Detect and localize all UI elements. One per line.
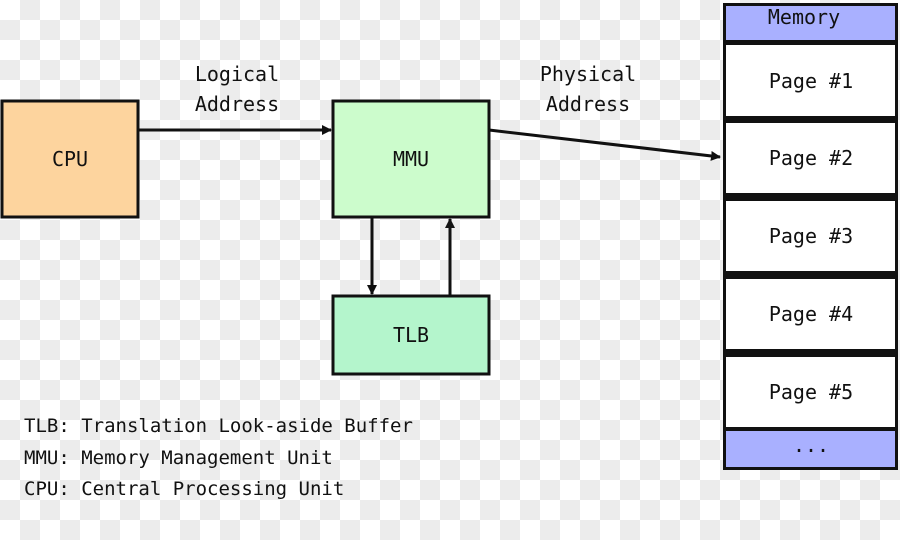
page-1-label: Page #1 xyxy=(769,69,853,93)
tlb-box: TLB xyxy=(331,294,491,376)
page-2-label: Page #2 xyxy=(769,146,853,170)
physical-label-1: Physical xyxy=(540,62,636,86)
physical-address-arrow xyxy=(488,128,721,161)
mmu-label: MMU xyxy=(393,147,429,171)
page-5-label: Page #5 xyxy=(769,380,853,404)
memory-footer: ... xyxy=(793,433,829,457)
memory-column: Memory Page #1 Page #2 Page #3 Page #4 P… xyxy=(723,3,898,470)
tlb-label: TLB xyxy=(393,323,429,347)
mmu-box: MMU xyxy=(331,99,491,219)
logical-label-2: Address xyxy=(195,92,279,116)
legend-tlb: TLB: Translation Look-aside Buffer xyxy=(24,415,413,437)
legend-cpu: CPU: Central Processing Unit xyxy=(24,478,344,500)
physical-label-2: Address xyxy=(546,92,630,116)
page-3-label: Page #3 xyxy=(769,224,853,248)
cpu-box: CPU xyxy=(0,99,140,219)
legend-mmu: MMU: Memory Management Unit xyxy=(24,447,333,469)
page-4-label: Page #4 xyxy=(769,302,853,326)
memory-header: Memory xyxy=(768,5,840,29)
cpu-label: CPU xyxy=(52,147,88,171)
legend: TLB: Translation Look-aside Buffer MMU: … xyxy=(24,415,413,500)
logical-label-1: Logical xyxy=(195,62,279,86)
